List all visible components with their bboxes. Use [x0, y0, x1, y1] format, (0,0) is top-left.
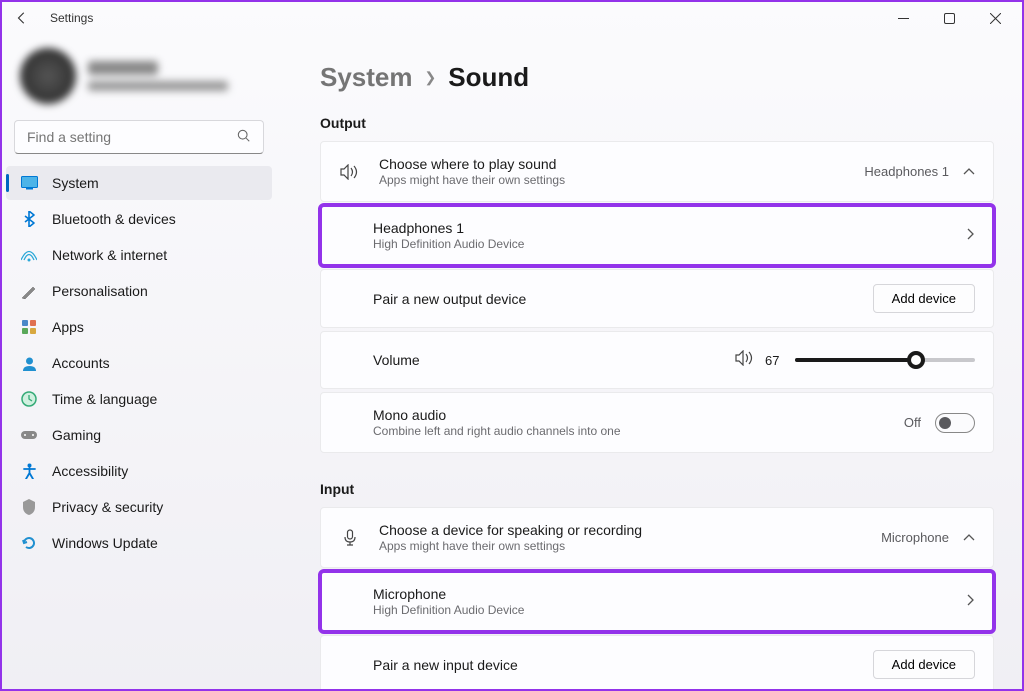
- sidebar-item-personalisation[interactable]: Personalisation: [6, 274, 272, 308]
- network-icon: [20, 246, 38, 264]
- sidebar-item-bluetooth[interactable]: Bluetooth & devices: [6, 202, 272, 236]
- input-selected-value: Microphone: [881, 530, 949, 545]
- sidebar-item-time[interactable]: Time & language: [6, 382, 272, 416]
- output-choose-row[interactable]: Choose where to play sound Apps might ha…: [320, 141, 994, 202]
- chevron-up-icon: [963, 165, 975, 179]
- sidebar: System Bluetooth & devices Network & int…: [2, 34, 280, 689]
- sidebar-item-label: Accessibility: [52, 463, 128, 479]
- input-device-row[interactable]: Microphone High Definition Audio Device: [320, 571, 994, 632]
- card-subtext: Apps might have their own settings: [379, 173, 846, 187]
- sidebar-item-label: Personalisation: [52, 283, 148, 299]
- search-input[interactable]: [27, 129, 237, 145]
- chevron-up-icon: [963, 531, 975, 545]
- sidebar-item-label: Gaming: [52, 427, 101, 443]
- card-subtext: High Definition Audio Device: [373, 603, 949, 617]
- profile-section[interactable]: [6, 42, 272, 120]
- sidebar-item-label: Time & language: [52, 391, 157, 407]
- speaker-icon[interactable]: [735, 350, 755, 371]
- chevron-right-icon: [967, 594, 975, 609]
- bluetooth-icon: [20, 210, 38, 228]
- sidebar-item-label: Bluetooth & devices: [52, 211, 176, 227]
- card-title: Mono audio: [373, 407, 886, 423]
- breadcrumb-parent[interactable]: System: [320, 62, 413, 93]
- output-volume-slider[interactable]: [795, 358, 975, 362]
- main-content: System ❯ Sound Output Choose where to pl…: [280, 34, 1022, 689]
- profile-email: [88, 81, 228, 91]
- update-icon: [20, 534, 38, 552]
- app-title: Settings: [50, 11, 93, 25]
- output-volume-row: Volume 67: [320, 331, 994, 389]
- output-device-row[interactable]: Headphones 1 High Definition Audio Devic…: [320, 205, 994, 266]
- search-box[interactable]: [14, 120, 264, 154]
- system-icon: [20, 174, 38, 192]
- sidebar-item-label: Accounts: [52, 355, 110, 371]
- personalisation-icon: [20, 282, 38, 300]
- input-choose-row[interactable]: Choose a device for speaking or recordin…: [320, 507, 994, 568]
- breadcrumb-current: Sound: [448, 62, 529, 93]
- minimize-button[interactable]: [880, 2, 926, 34]
- card-title: Microphone: [373, 586, 949, 602]
- output-section-header: Output: [320, 115, 994, 131]
- speaker-icon: [339, 164, 361, 180]
- input-pair-row: Pair a new input device Add device: [320, 635, 994, 689]
- add-output-device-button[interactable]: Add device: [873, 284, 975, 313]
- input-section-header: Input: [320, 481, 994, 497]
- card-subtext: Combine left and right audio channels in…: [373, 424, 886, 438]
- maximize-button[interactable]: [926, 2, 972, 34]
- clock-icon: [20, 390, 38, 408]
- card-title: Choose a device for speaking or recordin…: [379, 522, 863, 538]
- mono-audio-state: Off: [904, 415, 921, 430]
- output-selected-value: Headphones 1: [864, 164, 949, 179]
- card-title: Headphones 1: [373, 220, 949, 236]
- sidebar-item-label: System: [52, 175, 99, 191]
- accessibility-icon: [20, 462, 38, 480]
- back-button[interactable]: [6, 2, 38, 34]
- mono-audio-toggle[interactable]: [935, 413, 975, 433]
- sidebar-item-label: Network & internet: [52, 247, 167, 263]
- gaming-icon: [20, 426, 38, 444]
- card-title: Pair a new input device: [373, 657, 855, 673]
- output-volume-value: 67: [765, 353, 785, 368]
- sidebar-item-accessibility[interactable]: Accessibility: [6, 454, 272, 488]
- add-input-device-button[interactable]: Add device: [873, 650, 975, 679]
- sidebar-item-apps[interactable]: Apps: [6, 310, 272, 344]
- close-button[interactable]: [972, 2, 1018, 34]
- sidebar-item-label: Apps: [52, 319, 84, 335]
- sidebar-item-gaming[interactable]: Gaming: [6, 418, 272, 452]
- shield-icon: [20, 498, 38, 516]
- mono-audio-row[interactable]: Mono audio Combine left and right audio …: [320, 392, 994, 453]
- card-title: Pair a new output device: [373, 291, 855, 307]
- breadcrumb: System ❯ Sound: [320, 62, 994, 93]
- sidebar-item-system[interactable]: System: [6, 166, 272, 200]
- sidebar-item-label: Windows Update: [52, 535, 158, 551]
- avatar: [20, 48, 76, 104]
- card-subtext: High Definition Audio Device: [373, 237, 949, 251]
- card-title: Volume: [373, 352, 717, 368]
- chevron-right-icon: ❯: [425, 69, 437, 86]
- sidebar-item-label: Privacy & security: [52, 499, 163, 515]
- apps-icon: [20, 318, 38, 336]
- card-title: Choose where to play sound: [379, 156, 846, 172]
- profile-name: [88, 61, 158, 75]
- chevron-right-icon: [967, 228, 975, 243]
- microphone-icon: [339, 529, 361, 547]
- sidebar-item-privacy[interactable]: Privacy & security: [6, 490, 272, 524]
- titlebar: Settings: [2, 2, 1022, 34]
- card-subtext: Apps might have their own settings: [379, 539, 863, 553]
- accounts-icon: [20, 354, 38, 372]
- search-icon: [237, 129, 251, 146]
- sidebar-item-network[interactable]: Network & internet: [6, 238, 272, 272]
- output-pair-row: Pair a new output device Add device: [320, 269, 994, 328]
- sidebar-item-accounts[interactable]: Accounts: [6, 346, 272, 380]
- sidebar-item-update[interactable]: Windows Update: [6, 526, 272, 560]
